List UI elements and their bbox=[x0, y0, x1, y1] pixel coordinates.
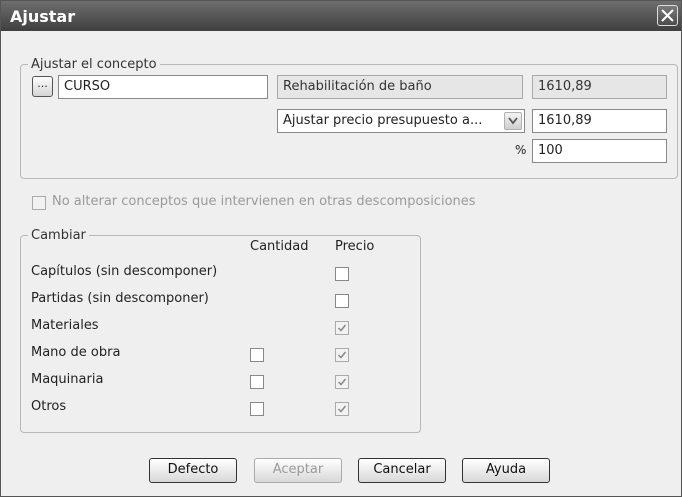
materials-price-checkbox[interactable] bbox=[335, 321, 349, 335]
percent-label: % bbox=[515, 143, 527, 157]
row-label-machinery: Maquinaria bbox=[31, 372, 104, 387]
percent-value: 100 bbox=[538, 143, 563, 158]
machinery-quantity-checkbox[interactable] bbox=[250, 375, 264, 389]
percent-input[interactable]: 100 bbox=[532, 139, 667, 163]
chevron-down-icon bbox=[508, 117, 518, 125]
concept-group-legend: Ajustar el concepto bbox=[31, 57, 157, 72]
concept-code-value: CURSO bbox=[64, 79, 111, 94]
window-title: Ajustar bbox=[10, 7, 76, 26]
concept-description: Rehabilitación de baño bbox=[277, 75, 523, 99]
default-button[interactable]: Defecto bbox=[149, 458, 237, 483]
row-label-items: Partidas (sin descomponer) bbox=[31, 291, 209, 306]
column-quantity-header: Cantidad bbox=[250, 239, 309, 254]
help-button[interactable]: Ayuda bbox=[462, 458, 550, 483]
dialog-window: Ajustar Ajustar el concepto ... CURSO Re… bbox=[0, 0, 682, 497]
browse-label: ... bbox=[37, 77, 48, 90]
current-price: 1610,89 bbox=[532, 75, 667, 99]
labor-price-checkbox[interactable] bbox=[335, 348, 349, 362]
concept-description-text: Rehabilitación de baño bbox=[283, 79, 432, 94]
browse-concept-button[interactable]: ... bbox=[32, 76, 53, 97]
close-button[interactable] bbox=[657, 5, 678, 26]
adjust-mode-select[interactable]: Ajustar precio presupuesto a... bbox=[277, 109, 525, 133]
close-icon bbox=[661, 9, 674, 22]
check-icon bbox=[337, 405, 347, 413]
title-bar[interactable]: Ajustar bbox=[1, 1, 681, 31]
items-price-checkbox[interactable] bbox=[335, 294, 349, 308]
chapters-price-checkbox[interactable] bbox=[335, 267, 349, 281]
row-label-labor: Mano de obra bbox=[31, 345, 121, 360]
row-label-chapters: Capítulos (sin descomponer) bbox=[31, 264, 218, 279]
change-group-legend: Cambiar bbox=[31, 228, 86, 243]
row-label-materials: Materiales bbox=[31, 318, 99, 333]
machinery-price-checkbox[interactable] bbox=[335, 375, 349, 389]
accept-button[interactable]: Aceptar bbox=[254, 458, 342, 483]
target-price-input[interactable]: 1610,89 bbox=[532, 109, 667, 133]
check-icon bbox=[337, 351, 347, 359]
column-price-header: Precio bbox=[335, 239, 375, 254]
cancel-button[interactable]: Cancelar bbox=[358, 458, 446, 483]
current-price-text: 1610,89 bbox=[538, 79, 592, 94]
check-icon bbox=[337, 324, 347, 332]
dropdown-arrow-button[interactable] bbox=[504, 112, 522, 130]
no-alter-label: No alterar conceptos que intervienen en … bbox=[52, 194, 476, 209]
check-icon bbox=[337, 378, 347, 386]
target-price-value: 1610,89 bbox=[538, 113, 592, 128]
no-alter-checkbox[interactable] bbox=[32, 196, 46, 210]
row-label-others: Otros bbox=[31, 399, 67, 414]
adjust-mode-value: Ajustar precio presupuesto a... bbox=[283, 113, 483, 128]
others-price-checkbox[interactable] bbox=[335, 402, 349, 416]
concept-code-input[interactable]: CURSO bbox=[58, 75, 268, 99]
others-quantity-checkbox[interactable] bbox=[250, 402, 264, 416]
labor-quantity-checkbox[interactable] bbox=[250, 348, 264, 362]
